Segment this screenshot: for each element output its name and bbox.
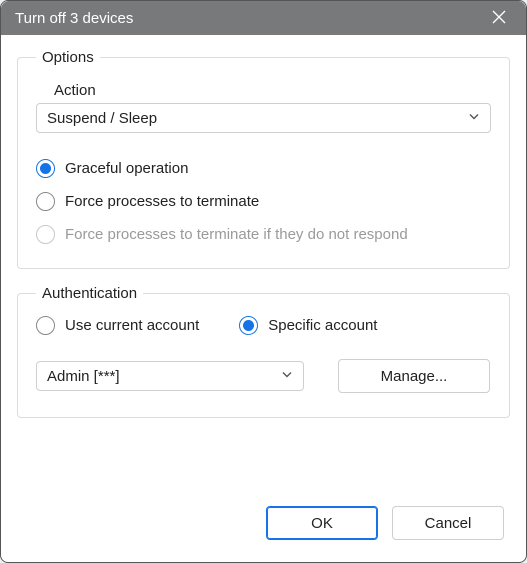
- radio-graceful-label: Graceful operation: [65, 160, 188, 177]
- radio-icon: [36, 192, 55, 211]
- radio-current-account[interactable]: Use current account: [36, 316, 199, 335]
- radio-icon: [36, 225, 55, 244]
- radio-force[interactable]: Force processes to terminate: [36, 192, 491, 211]
- options-group: Options Action Suspend / Sleep Graceful …: [17, 49, 510, 269]
- manage-button[interactable]: Manage...: [338, 359, 490, 393]
- radio-graceful[interactable]: Graceful operation: [36, 159, 491, 178]
- dialog-body: Options Action Suspend / Sleep Graceful …: [1, 35, 526, 490]
- close-button[interactable]: [482, 10, 516, 27]
- radio-force-label: Force processes to terminate: [65, 193, 259, 210]
- chevron-down-icon: [281, 368, 293, 385]
- auth-group: Authentication Use current account Speci…: [17, 285, 510, 418]
- auth-legend: Authentication: [36, 285, 143, 302]
- window-title: Turn off 3 devices: [15, 10, 482, 27]
- radio-force-noresp: Force processes to terminate if they do …: [36, 225, 491, 244]
- ok-button[interactable]: OK: [266, 506, 378, 540]
- radio-specific-account[interactable]: Specific account: [239, 316, 377, 335]
- auth-radio-row: Use current account Specific account: [36, 316, 491, 335]
- account-select-value: Admin [***]: [47, 368, 120, 385]
- account-select[interactable]: Admin [***]: [36, 361, 304, 391]
- auth-controls: Admin [***] Manage...: [36, 359, 491, 393]
- radio-specific-account-label: Specific account: [268, 317, 377, 334]
- radio-current-account-label: Use current account: [65, 317, 199, 334]
- action-select-value: Suspend / Sleep: [47, 110, 157, 127]
- manage-button-label: Manage...: [381, 368, 448, 385]
- radio-force-noresp-label: Force processes to terminate if they do …: [65, 226, 408, 243]
- options-legend: Options: [36, 49, 100, 66]
- radio-icon: [36, 316, 55, 335]
- action-label: Action: [54, 82, 491, 99]
- titlebar: Turn off 3 devices: [1, 1, 526, 35]
- radio-icon: [36, 159, 55, 178]
- radio-icon: [239, 316, 258, 335]
- operation-radio-group: Graceful operation Force processes to te…: [36, 159, 491, 244]
- dialog-window: Turn off 3 devices Options Action Suspen…: [0, 0, 527, 563]
- cancel-button[interactable]: Cancel: [392, 506, 504, 540]
- action-select[interactable]: Suspend / Sleep: [36, 103, 491, 133]
- ok-button-label: OK: [311, 515, 333, 532]
- close-icon: [492, 10, 506, 27]
- dialog-footer: OK Cancel: [1, 490, 526, 562]
- chevron-down-icon: [468, 110, 480, 127]
- cancel-button-label: Cancel: [425, 515, 472, 532]
